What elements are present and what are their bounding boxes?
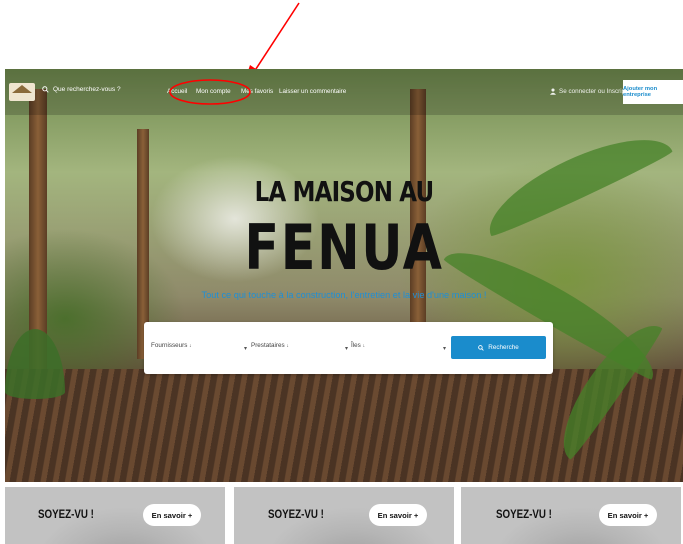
chevron-down-icon: ▾ <box>443 346 447 352</box>
search-icon <box>42 86 49 93</box>
nav-link-mon-compte[interactable]: Mon compte <box>196 88 231 95</box>
search-icon <box>478 344 484 351</box>
promo-card: SOYEZ-VU ! En savoir + <box>5 487 225 544</box>
search-panel: Fournisseurs ↓ ▾ Prestataires ↓ ▾ Îles ↓… <box>144 322 553 374</box>
site-logo[interactable] <box>9 83 35 101</box>
select-prestataires[interactable]: Prestataires ↓ ▾ <box>251 342 351 356</box>
promo-card: SOYEZ-VU ! En savoir + <box>234 487 454 544</box>
nav-link-commentaire[interactable]: Laisser un commentaire <box>279 88 346 95</box>
nav-search[interactable]: Que recherchez-vous ? <box>42 86 121 93</box>
nav-search-placeholder: Que recherchez-vous ? <box>53 86 121 93</box>
select-fournisseurs[interactable]: Fournisseurs ↓ ▾ <box>151 342 251 356</box>
learn-more-button[interactable]: En savoir + <box>369 504 427 526</box>
select-iles[interactable]: Îles ↓ ▾ <box>351 342 448 356</box>
top-nav: Que recherchez-vous ? Accueil Mon compte… <box>5 69 683 115</box>
hero-subtitle: Tout ce qui touche à la construction, l'… <box>201 290 487 300</box>
nav-link-accueil[interactable]: Accueil <box>167 88 187 95</box>
promo-card-title: SOYEZ-VU ! <box>268 509 324 521</box>
promo-card-title: SOYEZ-VU ! <box>38 509 94 521</box>
page: Que recherchez-vous ? Accueil Mon compte… <box>0 0 683 544</box>
hero-banner: Que recherchez-vous ? Accueil Mon compte… <box>5 69 683 482</box>
select-prestataires-label: Prestataires <box>251 342 285 349</box>
user-icon <box>550 88 556 95</box>
search-button-label: Recherche <box>488 344 519 351</box>
chevron-down-icon: ▾ <box>244 346 248 352</box>
select-iles-label: Îles <box>351 342 361 349</box>
chevron-down-icon: ▾ <box>345 346 349 352</box>
learn-more-button[interactable]: En savoir + <box>143 504 201 526</box>
add-business-button[interactable]: Ajouter mon entreprise <box>623 80 683 104</box>
nav-link-mes-favoris[interactable]: Mes favoris <box>241 88 273 95</box>
plant <box>5 329 65 399</box>
hero-title-line1: LA MAISON AU <box>254 175 435 208</box>
promo-card-title: SOYEZ-VU ! <box>496 509 552 521</box>
hero-title-line2: FENUA <box>244 211 444 284</box>
learn-more-button[interactable]: En savoir + <box>599 504 657 526</box>
promo-card: SOYEZ-VU ! En savoir + <box>461 487 681 544</box>
search-button[interactable]: Recherche <box>451 336 546 359</box>
select-fournisseurs-label: Fournisseurs <box>151 342 188 349</box>
